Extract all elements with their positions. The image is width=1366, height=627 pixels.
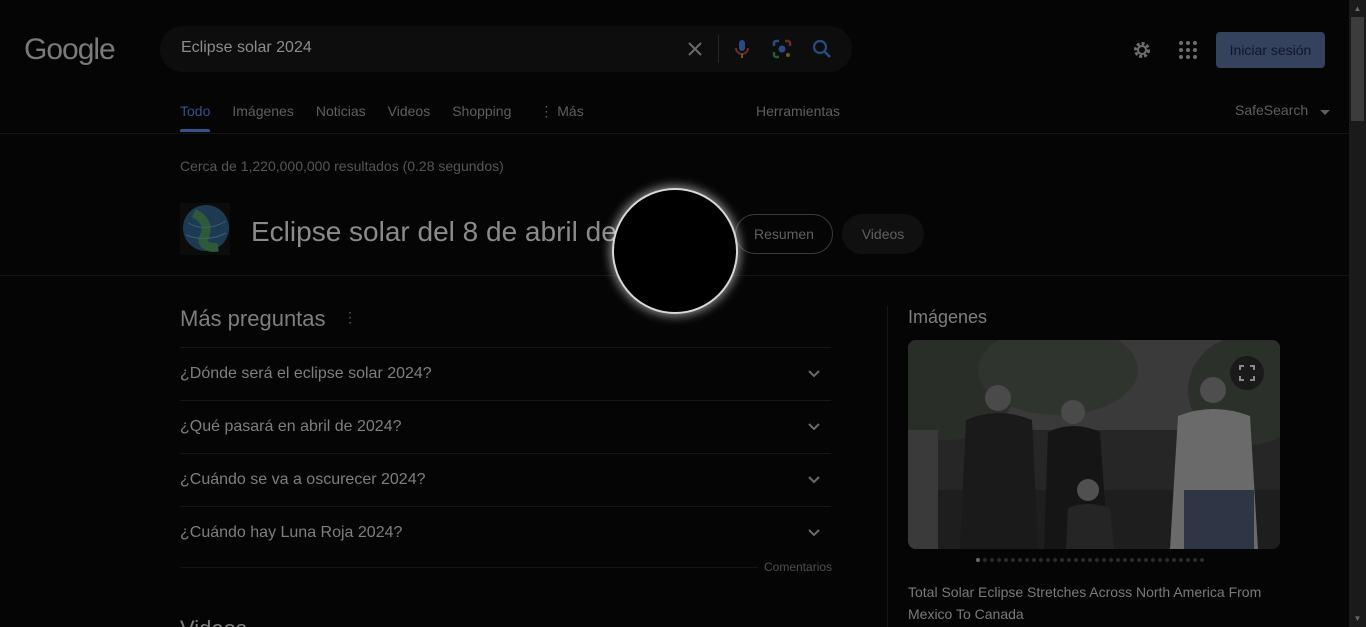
expand-icon[interactable] [1230,356,1264,390]
image-caption-link[interactable]: Total Solar Eclipse Stretches Across Nor… [908,581,1280,625]
question-text: ¿Dónde será el eclipse solar 2024? [180,365,432,382]
cursor-spotlight [614,190,736,312]
questions-bottom-divider [180,567,758,568]
chip-summary[interactable]: Resumen [735,214,833,254]
question-row[interactable]: ¿Cuándo se va a oscurecer 2024? [180,453,831,506]
carousel-dot[interactable] [1067,558,1071,562]
carousel-dot[interactable] [1144,558,1148,562]
question-row[interactable]: ¿Qué pasará en abril de 2024? [180,400,831,453]
carousel-indicator [976,558,1204,562]
carousel-dot[interactable] [1060,558,1064,562]
question-text: ¿Cuándo se va a oscurecer 2024? [180,471,426,488]
tabs-divider [0,133,1349,134]
carousel-dot[interactable] [1165,558,1169,562]
scrollbar-thumb[interactable] [1351,17,1364,121]
carousel-dot[interactable] [1186,558,1190,562]
carousel-dot[interactable] [1158,558,1162,562]
lens-icon[interactable] [771,38,793,60]
tools-button[interactable]: Herramientas [756,103,840,119]
tab-images[interactable]: Imágenes [232,103,293,120]
tab-todo[interactable]: Todo [180,103,211,132]
carousel-dot[interactable] [1179,558,1183,562]
carousel-dot[interactable] [1011,558,1015,562]
carousel-dot[interactable] [1095,558,1099,562]
panel-divider [887,306,888,627]
result-stats: Cerca de 1,220,000,000 resultados (0.28 … [180,158,504,174]
question-text: ¿Qué pasará en abril de 2024? [180,418,402,435]
safesearch-button[interactable]: SafeSearch [1235,102,1331,119]
carousel-dot[interactable] [1004,558,1008,562]
scroll-down-icon[interactable]: ▼ [1349,610,1366,627]
tab-videos[interactable]: Videos [388,103,431,120]
carousel-dot[interactable] [990,558,994,562]
clear-icon[interactable] [684,38,706,60]
chevron-down-icon [807,367,821,381]
carousel-dot[interactable] [983,558,987,562]
carousel-dot[interactable] [1151,558,1155,562]
chip-videos[interactable]: Videos [842,214,924,254]
carousel-dot[interactable] [1039,558,1043,562]
carousel-dot[interactable] [1046,558,1050,562]
carousel-dot[interactable] [1123,558,1127,562]
signin-button[interactable]: Iniciar sesión [1216,32,1325,68]
safesearch-label: SafeSearch [1235,102,1309,118]
tab-news[interactable]: Noticias [316,103,366,120]
apps-grid-icon[interactable] [1178,40,1200,62]
carousel-dot[interactable] [976,558,980,562]
questions-title: Más preguntas [180,306,326,331]
comments-link[interactable]: Comentarios [764,560,832,574]
question-row[interactable]: ¿Dónde será el eclipse solar 2024? [180,347,831,400]
images-title: Imágenes [908,307,988,327]
carousel-dot[interactable] [1081,558,1085,562]
carousel-dot[interactable] [1109,558,1113,562]
eclipse-viewers-photo[interactable] [908,340,1280,549]
carousel-dot[interactable] [1137,558,1141,562]
carousel-dot[interactable] [1018,558,1022,562]
tab-shopping[interactable]: Shopping [452,103,511,120]
scroll-up-icon[interactable]: ▲ [1349,0,1366,17]
carousel-dot[interactable] [1053,558,1057,562]
carousel-dot[interactable] [1074,558,1078,562]
carousel-dot[interactable] [1088,558,1092,562]
carousel-dot[interactable] [1116,558,1120,562]
search-input[interactable]: Eclipse solar 2024 [181,39,312,57]
search-icon[interactable] [811,38,833,60]
gear-icon[interactable] [1131,39,1153,61]
questions-options-icon[interactable]: ⋮ [343,309,357,326]
tab-more[interactable]: ⋮ Más [539,103,583,120]
google-logo[interactable]: Google [24,33,116,67]
caret-down-icon [1320,103,1331,119]
carousel-dot[interactable] [1172,558,1176,562]
chevron-down-icon [807,420,821,434]
microphone-icon[interactable] [731,38,753,60]
videos-section-title: Videos [180,616,247,627]
entity-thumbnail[interactable] [180,203,230,255]
chevron-down-icon [807,473,821,487]
search-divider [718,35,719,63]
search-actions [684,35,833,63]
carousel-dot[interactable] [997,558,1001,562]
carousel-dot[interactable] [1025,558,1029,562]
carousel-dot[interactable] [1102,558,1106,562]
question-row[interactable]: ¿Cuándo hay Luna Roja 2024? [180,506,831,559]
carousel-dot[interactable] [1032,558,1036,562]
carousel-dot[interactable] [1200,558,1204,562]
question-text: ¿Cuándo hay Luna Roja 2024? [180,524,403,541]
chevron-down-icon [807,526,821,540]
carousel-dot[interactable] [1130,558,1134,562]
search-tabs: Todo Imágenes Noticias Videos Shopping ⋮… [180,103,606,132]
carousel-dot[interactable] [1193,558,1197,562]
